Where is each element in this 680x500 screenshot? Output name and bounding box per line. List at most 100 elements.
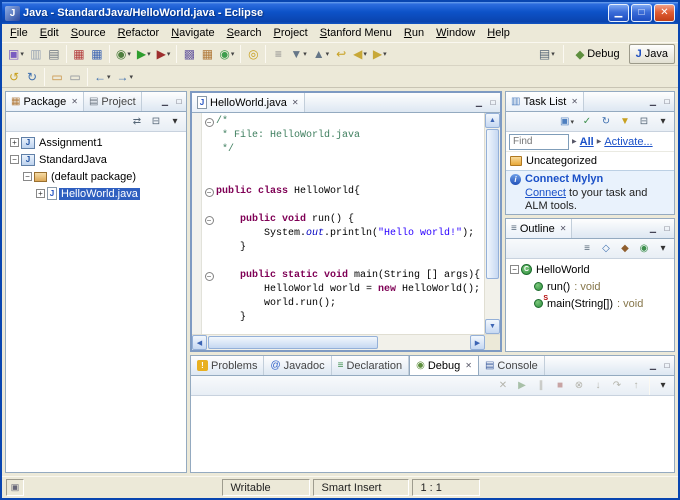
scrollbar-thumb[interactable] — [486, 129, 499, 279]
minimize-icon[interactable]: ▁ — [646, 356, 660, 375]
close-tab-icon[interactable]: ✕ — [569, 97, 578, 106]
menu-run[interactable]: Run — [398, 25, 430, 41]
scroll-down-icon[interactable]: ▼ — [485, 319, 500, 334]
run-last-tool-icon[interactable]: ↺ — [5, 67, 23, 87]
pickup-assignment-icon[interactable]: ▦ — [88, 44, 106, 64]
titlebar[interactable]: J Java - StandardJava/HelloWorld.java - … — [2, 2, 678, 24]
outline-item-helloworld[interactable]: −CHelloWorld — [506, 261, 674, 278]
print-icon[interactable]: ▤ — [45, 44, 63, 64]
code-line[interactable] — [202, 199, 484, 213]
find-input[interactable] — [509, 134, 569, 150]
back-icon[interactable]: ◀▾ — [350, 44, 370, 64]
code-line[interactable]: HelloWorld world = new HelloWorld(); — [202, 283, 484, 297]
menu-project[interactable]: Project — [268, 25, 314, 41]
tab-console[interactable]: ▤Console — [479, 356, 545, 375]
code-line[interactable]: } — [202, 311, 484, 325]
mark-occurrences-icon[interactable]: ≡ — [269, 44, 287, 64]
minimize-icon[interactable]: ▁ — [158, 92, 172, 111]
menu-window[interactable]: Window — [430, 25, 481, 41]
scroll-right-icon[interactable]: ▶ — [470, 335, 485, 350]
sort-icon[interactable]: ≡ — [578, 240, 596, 257]
code-line[interactable]: −public class HelloWorld{ — [202, 185, 484, 199]
new-wizard-icon[interactable]: ▣▾ — [5, 44, 27, 64]
close-tab-icon[interactable]: ✕ — [558, 224, 567, 233]
minimize-icon[interactable]: ▁ — [646, 219, 660, 238]
fold-toggle-icon[interactable]: − — [202, 118, 216, 127]
synchronize-icon[interactable]: ↻ — [597, 113, 615, 130]
menu-navigate[interactable]: Navigate — [165, 25, 220, 41]
scrollbar-thumb[interactable] — [208, 336, 378, 349]
expand-arrow-icon[interactable]: ▶ — [572, 138, 577, 145]
tab-helloworld-java[interactable]: J HelloWorld.java ✕ — [192, 93, 305, 112]
view-menu-icon[interactable]: ▾ — [654, 113, 672, 130]
maximize-icon[interactable]: □ — [660, 219, 674, 238]
view-menu-icon[interactable]: ▾ — [654, 240, 672, 257]
fast-view-icon[interactable]: ▣ — [6, 479, 24, 496]
hide-static-members-icon[interactable]: ◆ — [616, 240, 634, 257]
menu-search[interactable]: Search — [221, 25, 268, 41]
previous-annotation-icon[interactable]: ▲▾ — [310, 44, 332, 64]
new-class-icon[interactable]: ◉▾ — [216, 44, 237, 64]
new-package-icon[interactable]: ▦ — [198, 44, 216, 64]
vertical-scrollbar[interactable]: ▲ ▼ — [484, 113, 500, 334]
maximize-icon[interactable]: □ — [660, 356, 674, 375]
submit-assignment-icon[interactable]: ▦ — [70, 44, 88, 64]
menu-stanford-menu[interactable]: Stanford Menu — [314, 25, 398, 41]
open-folder-icon[interactable]: ▭ — [48, 67, 66, 87]
step-into-icon[interactable]: ↓ — [589, 377, 607, 394]
new-java-project-icon[interactable]: ▩ — [180, 44, 198, 64]
scroll-up-icon[interactable]: ▲ — [485, 113, 500, 128]
menu-file[interactable]: File — [4, 25, 34, 41]
closed-folder-icon[interactable]: ▭ — [66, 67, 84, 87]
horizontal-scrollbar[interactable]: ◀ ▶ — [192, 335, 485, 350]
tab-outline[interactable]: ≡ Outline ✕ — [506, 219, 572, 238]
code-line[interactable]: * File: HelloWorld.java — [202, 129, 484, 143]
tab-problems[interactable]: !Problems — [191, 356, 264, 375]
collapse-icon[interactable]: − — [23, 172, 32, 181]
code-line[interactable]: − public static void main(String [] args… — [202, 269, 484, 283]
close-button[interactable]: ✕ — [654, 4, 675, 22]
minimize-icon[interactable]: ▁ — [472, 93, 486, 112]
perspective-debug[interactable]: ◆Debug — [569, 44, 627, 64]
maximize-button[interactable]: □ — [631, 4, 652, 22]
step-over-icon[interactable]: ↷ — [608, 377, 626, 394]
close-tab-icon[interactable]: ✕ — [463, 361, 472, 370]
code-line[interactable]: − public void run() { — [202, 213, 484, 227]
tree-item-default-package[interactable]: −(default package) — [6, 168, 186, 185]
search-icon[interactable]: ◎ — [244, 44, 262, 64]
close-tab-icon[interactable]: ✕ — [69, 97, 78, 106]
disconnect-icon[interactable]: ⊗ — [570, 377, 588, 394]
filter-icon[interactable]: ▼ — [616, 113, 634, 130]
perspective-java[interactable]: JJava — [629, 44, 675, 64]
filter-all-link[interactable]: All — [580, 136, 594, 148]
code-line[interactable]: System.out.println("Hello world!"); — [202, 227, 484, 241]
tab-debug[interactable]: ◉Debug✕ — [409, 356, 479, 375]
close-tab-icon[interactable]: ✕ — [290, 98, 299, 107]
code-line[interactable] — [202, 157, 484, 171]
back-history-icon[interactable]: ←▾ — [91, 67, 114, 87]
collapse-icon[interactable]: − — [10, 155, 19, 164]
save-icon[interactable]: ▥ — [27, 44, 45, 64]
tree-item-helloworld-java[interactable]: +JHelloWorld.java — [6, 185, 186, 202]
tab-javadoc[interactable]: @Javadoc — [264, 356, 331, 375]
forward-history-icon[interactable]: →▾ — [114, 67, 137, 87]
refresh-icon[interactable]: ↻ — [23, 67, 41, 87]
code-line[interactable]: } — [202, 241, 484, 255]
next-annotation-icon[interactable]: ▼▾ — [287, 44, 309, 64]
run-icon[interactable]: ▶▾ — [134, 44, 154, 64]
fold-toggle-icon[interactable]: − — [202, 216, 216, 225]
scroll-track[interactable] — [379, 335, 470, 350]
code-line[interactable]: −/* — [202, 115, 484, 129]
forward-icon[interactable]: ▶▾ — [370, 44, 390, 64]
fold-toggle-icon[interactable]: − — [202, 188, 216, 197]
mark-task-complete-icon[interactable]: ✓ — [578, 113, 596, 130]
tab-declaration[interactable]: ≡Declaration — [332, 356, 409, 375]
open-perspective-icon[interactable]: ▤▾ — [536, 44, 558, 64]
outline-item-main-string[interactable]: +Smain(String[]) : void — [506, 295, 674, 312]
last-edit-location-icon[interactable]: ↩ — [332, 44, 350, 64]
tab-package[interactable]: ▦ Package ✕ — [6, 92, 84, 111]
hide-non-public-icon[interactable]: ◉ — [635, 240, 653, 257]
maximize-icon[interactable]: □ — [486, 93, 500, 112]
minimize-button[interactable]: ▁ — [608, 4, 629, 22]
maximize-icon[interactable]: □ — [172, 92, 186, 111]
